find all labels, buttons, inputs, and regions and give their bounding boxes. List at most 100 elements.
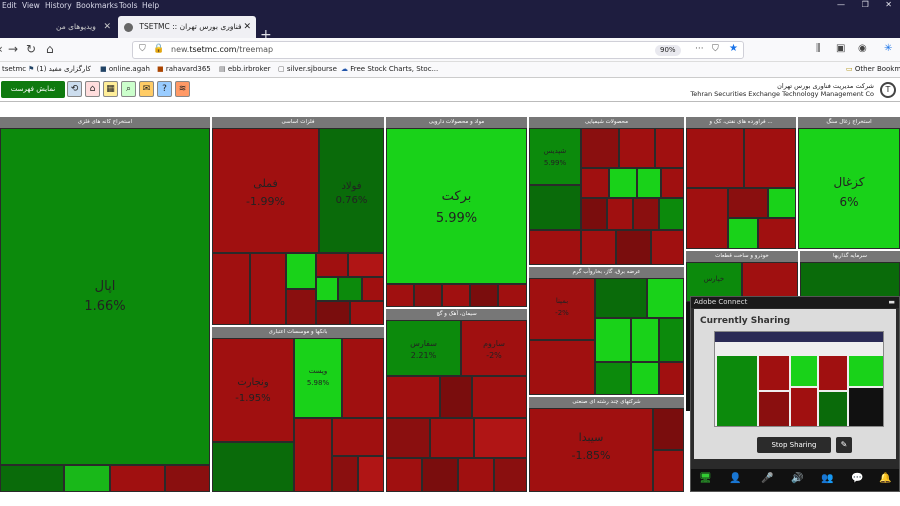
stock-cell[interactable] <box>631 362 659 395</box>
menu-help[interactable]: Help <box>142 1 159 10</box>
stock-cell[interactable] <box>386 376 440 418</box>
stock-cell[interactable] <box>332 418 384 456</box>
sector-multi-industrial[interactable]: شرکتهای چند رشته ای صنعتی سیبدا -1.85% <box>529 397 684 492</box>
menu-tools[interactable]: Tools <box>119 1 137 10</box>
calculator-icon[interactable]: ▦ <box>103 81 118 97</box>
bookmark-star-icon[interactable]: ★ <box>729 43 738 54</box>
edit-icon[interactable]: ✎ <box>836 437 852 453</box>
zoom-level[interactable]: 90% <box>655 45 681 56</box>
stock-cell[interactable]: شپدیس 5.99% <box>529 128 581 185</box>
adobe-connect-panel[interactable]: Adobe Connect ▬ Currently Sharing Stop S… <box>690 296 900 492</box>
stock-cell[interactable] <box>386 458 422 492</box>
tab-my-videos[interactable]: ویدیوهای من ✕ <box>50 16 116 38</box>
attendees-icon[interactable]: 👥 <box>821 473 833 485</box>
stock-cell[interactable] <box>728 218 758 249</box>
menu-view[interactable]: View <box>22 1 40 10</box>
stock-cell[interactable] <box>653 408 684 450</box>
stock-cell[interactable] <box>581 128 619 168</box>
stock-cell[interactable] <box>529 230 581 265</box>
stock-cell[interactable] <box>498 284 527 307</box>
stock-cell[interactable]: فولاد 0.76% <box>319 128 384 253</box>
stock-cell[interactable]: کزغال 6% <box>798 128 900 249</box>
stock-cell[interactable] <box>619 128 655 168</box>
sector-petroleum[interactable]: فراورده های نفتی، کک و ... <box>686 117 796 249</box>
other-bookmarks[interactable]: ▭ Other Bookmarks <box>846 65 900 73</box>
stock-cell[interactable] <box>212 442 294 492</box>
panel-close-icon[interactable]: ▬ <box>888 297 895 308</box>
stock-cell[interactable] <box>110 465 165 492</box>
stock-cell[interactable]: فملی -1.99% <box>212 128 319 253</box>
message-icon[interactable]: ✉ <box>139 81 154 97</box>
account-icon[interactable]: ◉ <box>858 42 867 56</box>
stock-cell[interactable] <box>633 198 659 230</box>
reload-icon[interactable]: ↻ <box>26 42 36 56</box>
stock-cell[interactable] <box>472 376 527 418</box>
stock-cell[interactable] <box>470 284 498 307</box>
home-icon[interactable]: ⌂ <box>85 81 100 97</box>
stock-cell[interactable] <box>64 465 110 492</box>
stock-cell[interactable] <box>165 465 210 492</box>
bookmark-ebb[interactable]: ▤ ebb.irbroker <box>219 65 271 73</box>
stock-cell[interactable] <box>386 418 430 458</box>
bookmark-mofid[interactable]: ⚑ کارگزاری مفید (1) <box>28 65 91 73</box>
stock-cell[interactable] <box>609 168 637 198</box>
stock-cell[interactable] <box>595 318 631 362</box>
stock-cell[interactable] <box>430 418 474 458</box>
library-icon[interactable]: ⫼ <box>816 42 821 56</box>
sector-metal-ores[interactable]: استخراج کانه های فلزی اپال 1.66% <box>0 117 210 492</box>
stock-cell[interactable] <box>728 188 768 218</box>
stock-cell[interactable] <box>294 418 332 492</box>
stock-cell[interactable] <box>581 198 607 230</box>
stock-cell[interactable] <box>659 362 684 395</box>
bookmark-stockcharts[interactable]: ☁ Free Stock Charts, Stoc... <box>341 65 438 73</box>
stock-cell[interactable] <box>350 301 384 325</box>
stock-cell[interactable] <box>595 278 647 318</box>
bookmark-agah[interactable]: ■ online.agah <box>100 65 150 73</box>
sector-utilities[interactable]: عرضه برق، گاز، بخاروآب گرم بمپنا -2% <box>529 267 684 395</box>
stock-cell[interactable] <box>647 278 684 318</box>
sector-coal[interactable]: استخراج زغال سنگ کزغال 6% <box>798 117 900 249</box>
news-icon[interactable]: ≋ <box>175 81 190 97</box>
stock-cell[interactable] <box>422 458 458 492</box>
stock-cell[interactable] <box>581 168 609 198</box>
menu-bookmarks[interactable]: Bookmarks <box>76 1 118 10</box>
stock-cell[interactable] <box>529 185 581 230</box>
stock-cell[interactable] <box>458 458 494 492</box>
close-window-button[interactable]: ✕ <box>885 0 892 9</box>
stock-cell[interactable] <box>653 450 684 492</box>
page-actions-icon[interactable]: ··· <box>695 44 704 54</box>
stock-cell[interactable] <box>338 277 362 301</box>
tab-close-icon[interactable]: ✕ <box>103 16 111 38</box>
tab-tsetmc[interactable]: TSETMC :: فناوری بورس تهران ✕ <box>118 16 256 38</box>
home-icon[interactable]: ⌂ <box>46 42 54 56</box>
pocket-icon[interactable]: ⛉ <box>712 44 719 54</box>
stock-cell[interactable] <box>332 456 358 492</box>
restore-button[interactable]: ❐ <box>862 0 869 9</box>
stock-cell[interactable] <box>581 230 616 265</box>
stock-cell[interactable] <box>607 198 633 230</box>
address-bar[interactable]: ⛉ 🔒 new.tsetmc.com/treemap 90% ··· ⛉ ★ <box>132 41 744 59</box>
stock-cell[interactable] <box>362 277 384 301</box>
stock-cell[interactable]: ساروم -2% <box>461 320 527 376</box>
bookmark-silver[interactable]: ▢ silver.sjbourse <box>278 65 337 73</box>
stock-cell[interactable] <box>316 301 350 325</box>
stock-cell[interactable] <box>0 465 64 492</box>
stock-cell[interactable] <box>342 338 384 418</box>
bookmark-tsetmc[interactable]: tsetmc <box>2 65 26 73</box>
tab-close-icon[interactable]: ✕ <box>243 16 251 38</box>
stock-cell[interactable] <box>637 168 661 198</box>
stock-cell[interactable] <box>655 128 684 168</box>
sector-pharma[interactable]: مواد و محصولات دارویی برکت 5.99% <box>386 117 527 307</box>
stock-cell[interactable]: اپال 1.66% <box>0 128 210 465</box>
stock-cell[interactable] <box>474 418 527 458</box>
stock-cell[interactable] <box>250 253 286 325</box>
stock-cell[interactable]: برکت 5.99% <box>386 128 527 284</box>
share-screen-icon[interactable]: 🖥 <box>699 473 712 485</box>
sector-basic-metals[interactable]: فلزات اساسی فملی -1.99% فولاد 0.76% <box>212 117 384 325</box>
stock-cell[interactable] <box>631 318 659 362</box>
stock-cell[interactable] <box>442 284 470 307</box>
stock-cell[interactable] <box>316 277 338 301</box>
stock-cell[interactable] <box>440 376 472 418</box>
stock-cell[interactable] <box>659 318 684 362</box>
stock-cell[interactable] <box>414 284 442 307</box>
